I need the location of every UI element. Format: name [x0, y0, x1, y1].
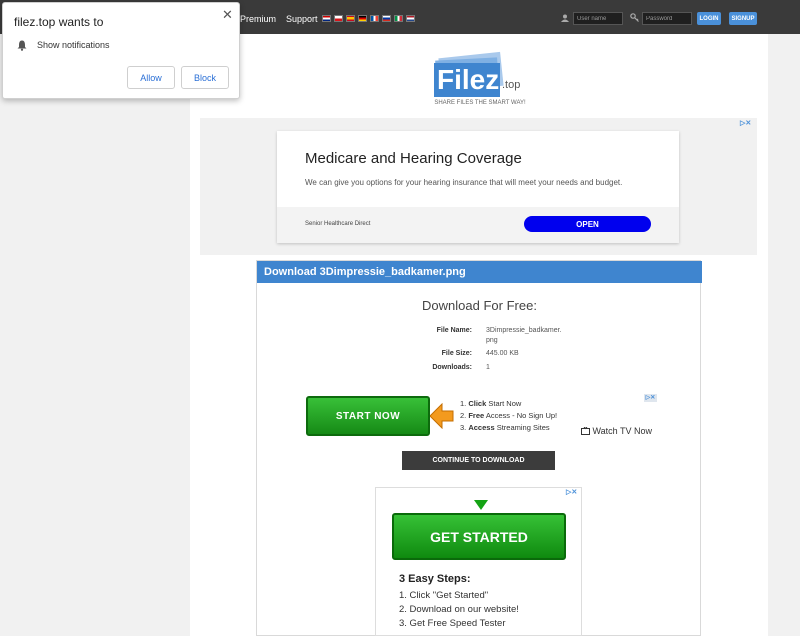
notification-permission-popup: filez.top wants to ✕ Show notifications … — [2, 2, 240, 99]
start-now-button[interactable]: START NOW — [306, 396, 430, 436]
file-name-value-line2: png — [486, 337, 498, 344]
ad-step-2: 2. Free Access - No Sign Up! — [460, 411, 558, 420]
flag-it-icon[interactable] — [394, 15, 403, 22]
ad3-heading: 3 Easy Steps: — [399, 573, 471, 585]
notification-title: filez.top wants to — [14, 15, 104, 29]
watch-tv-link[interactable]: Watch TV Now — [581, 426, 652, 436]
ad-card-medicare[interactable]: Medicare and Hearing Coverage We can giv… — [277, 131, 679, 243]
download-title: Download For Free: — [422, 298, 537, 313]
ad-choices-icon-2[interactable]: ▷✕ — [644, 394, 657, 402]
flag-nl-icon[interactable] — [406, 15, 415, 22]
watch-tv-label: Watch TV Now — [592, 426, 653, 436]
tagline: SHARE FILES THE SMART WAY! — [434, 100, 526, 106]
file-name-label: File Name: — [436, 327, 472, 334]
downloads-label: Downloads: — [432, 364, 472, 371]
continue-to-download-button[interactable]: CONTINUE TO DOWNLOAD — [402, 451, 555, 470]
panel-header: Download 3Dimpressie_badkamer.png — [257, 261, 702, 283]
ad-description: We can give you options for your hearing… — [305, 178, 623, 187]
ad3-steps-list: 1. Click "Get Started" 2. Download on ou… — [399, 589, 519, 631]
flag-fr-icon[interactable] — [370, 15, 379, 22]
arrow-left-icon — [430, 403, 454, 429]
logo-tld: .top — [502, 79, 521, 91]
ad-step-1: 1. Click Start Now — [460, 399, 522, 408]
nav-premium-link[interactable]: Premium — [240, 14, 276, 24]
ad-get-started[interactable]: GET STARTED 3 Easy Steps: 1. Click "Get … — [375, 487, 582, 636]
file-name-value-line1: 3Dimpressie_badkamer. — [486, 327, 562, 334]
ad-footer: Senior Healthcare Direct OPEN — [277, 207, 679, 243]
ad3-step-3: 3. Get Free Speed Tester — [399, 618, 506, 629]
ad-steps-list[interactable]: 1. Click Start Now 2. Free Access - No S… — [460, 398, 557, 434]
user-icon — [561, 14, 569, 22]
downloads-value: 1 — [486, 364, 490, 371]
allow-button[interactable]: Allow — [127, 66, 175, 89]
file-size-label: File Size: — [441, 350, 472, 357]
logo-brand: Filez — [434, 63, 500, 97]
ad-step-3: 3. Access Streaming Sites — [460, 423, 550, 432]
ad3-step-1: 1. Click "Get Started" — [399, 590, 489, 601]
filez-logo[interactable]: Filez .top — [434, 51, 554, 115]
nav-support-link[interactable]: Support — [286, 14, 318, 24]
flag-de-icon[interactable] — [358, 15, 367, 22]
block-button[interactable]: Block — [181, 66, 229, 89]
flag-en-icon[interactable] — [322, 15, 331, 22]
key-icon — [630, 13, 639, 22]
down-arrow-icon — [474, 500, 488, 510]
ad3-step-2: 2. Download on our website! — [399, 604, 519, 615]
notification-text: Show notifications — [37, 40, 110, 50]
get-started-button[interactable]: GET STARTED — [392, 513, 566, 560]
bell-icon — [17, 40, 27, 51]
file-size-value: 445.00 KB — [486, 350, 519, 357]
close-icon[interactable]: ✕ — [222, 8, 233, 23]
flag-cz-icon[interactable] — [334, 15, 343, 22]
ad-sponsor: Senior Healthcare Direct — [305, 221, 371, 227]
flag-es-icon[interactable] — [346, 15, 355, 22]
ad-choices-icon[interactable]: ▷✕ — [740, 119, 751, 127]
login-button[interactable]: LOGIN — [697, 12, 721, 25]
password-input[interactable] — [642, 12, 692, 25]
flag-ru-icon[interactable] — [382, 15, 391, 22]
tv-icon — [581, 427, 590, 435]
ad-title[interactable]: Medicare and Hearing Coverage — [305, 150, 522, 167]
ad-choices-icon-3[interactable]: ▷✕ — [566, 488, 577, 496]
signup-button[interactable]: SIGNUP — [729, 12, 757, 25]
ad-open-button[interactable]: OPEN — [524, 216, 651, 232]
language-flags — [322, 15, 415, 23]
username-input[interactable] — [573, 12, 623, 25]
